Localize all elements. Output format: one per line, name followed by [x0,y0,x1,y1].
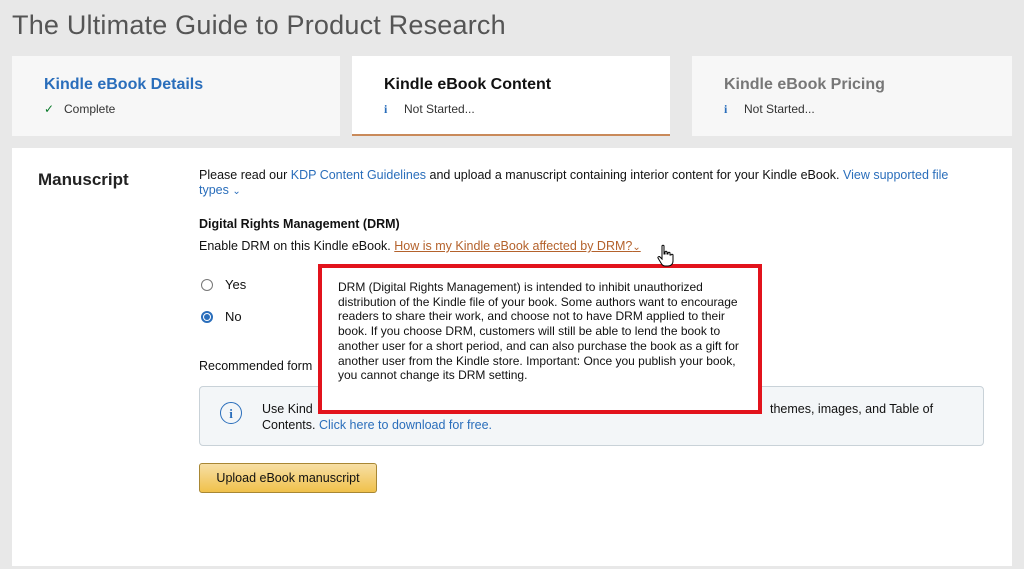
chevron-down-icon: ⌄ [632,242,641,253]
tab-details-status: ✓ Complete [44,102,116,116]
info-box-text-start: Use Kind [262,402,313,416]
upload-manuscript-button[interactable]: Upload eBook manuscript [199,463,377,493]
guidelines-link[interactable]: KDP Content Guidelines [291,168,426,182]
drm-line: Enable DRM on this Kindle eBook. How is … [199,239,641,253]
tab-content[interactable]: Kindle eBook Content i Not Started... [352,56,670,136]
drm-tooltip: DRM (Digital Rights Management) is inten… [318,264,762,414]
section-label-manuscript: Manuscript [38,170,129,189]
check-icon: ✓ [44,102,55,116]
tab-details-title: Kindle eBook Details [44,76,204,93]
page-title: The Ultimate Guide to Product Research [12,10,506,40]
hand-cursor-icon [657,244,674,267]
drm-help-link[interactable]: How is my Kindle eBook affected by DRM?⌄ [394,239,640,253]
drm-heading: Digital Rights Management (DRM) [199,217,400,231]
tab-pricing-status: i Not Started... [724,102,815,116]
tab-pricing-title: Kindle eBook Pricing [724,76,885,93]
tab-content-status: i Not Started... [384,102,475,116]
info-icon: i [384,102,388,116]
chevron-down-icon: ⌄ [232,186,241,197]
radio-button-yes[interactable] [201,279,213,291]
info-circle-icon: i [220,402,242,424]
download-link[interactable]: Click here to download for free. [319,418,492,432]
tab-content-title: Kindle eBook Content [384,76,552,93]
radio-no[interactable]: No [201,309,242,324]
manuscript-intro: Please read our KDP Content Guidelines a… [199,168,949,197]
info-box-line2: Contents. Click here to download for fre… [262,418,493,432]
info-box-text-end: themes, images, and Table of [770,402,934,416]
radio-button-no[interactable] [201,311,213,323]
info-icon: i [724,102,728,116]
tab-pricing[interactable]: Kindle eBook Pricing i Not Started... [692,56,1012,136]
radio-yes[interactable]: Yes [201,277,246,292]
tab-details[interactable]: Kindle eBook Details ✓ Complete [12,56,340,136]
recommended-format-label: Recommended form [199,359,313,373]
